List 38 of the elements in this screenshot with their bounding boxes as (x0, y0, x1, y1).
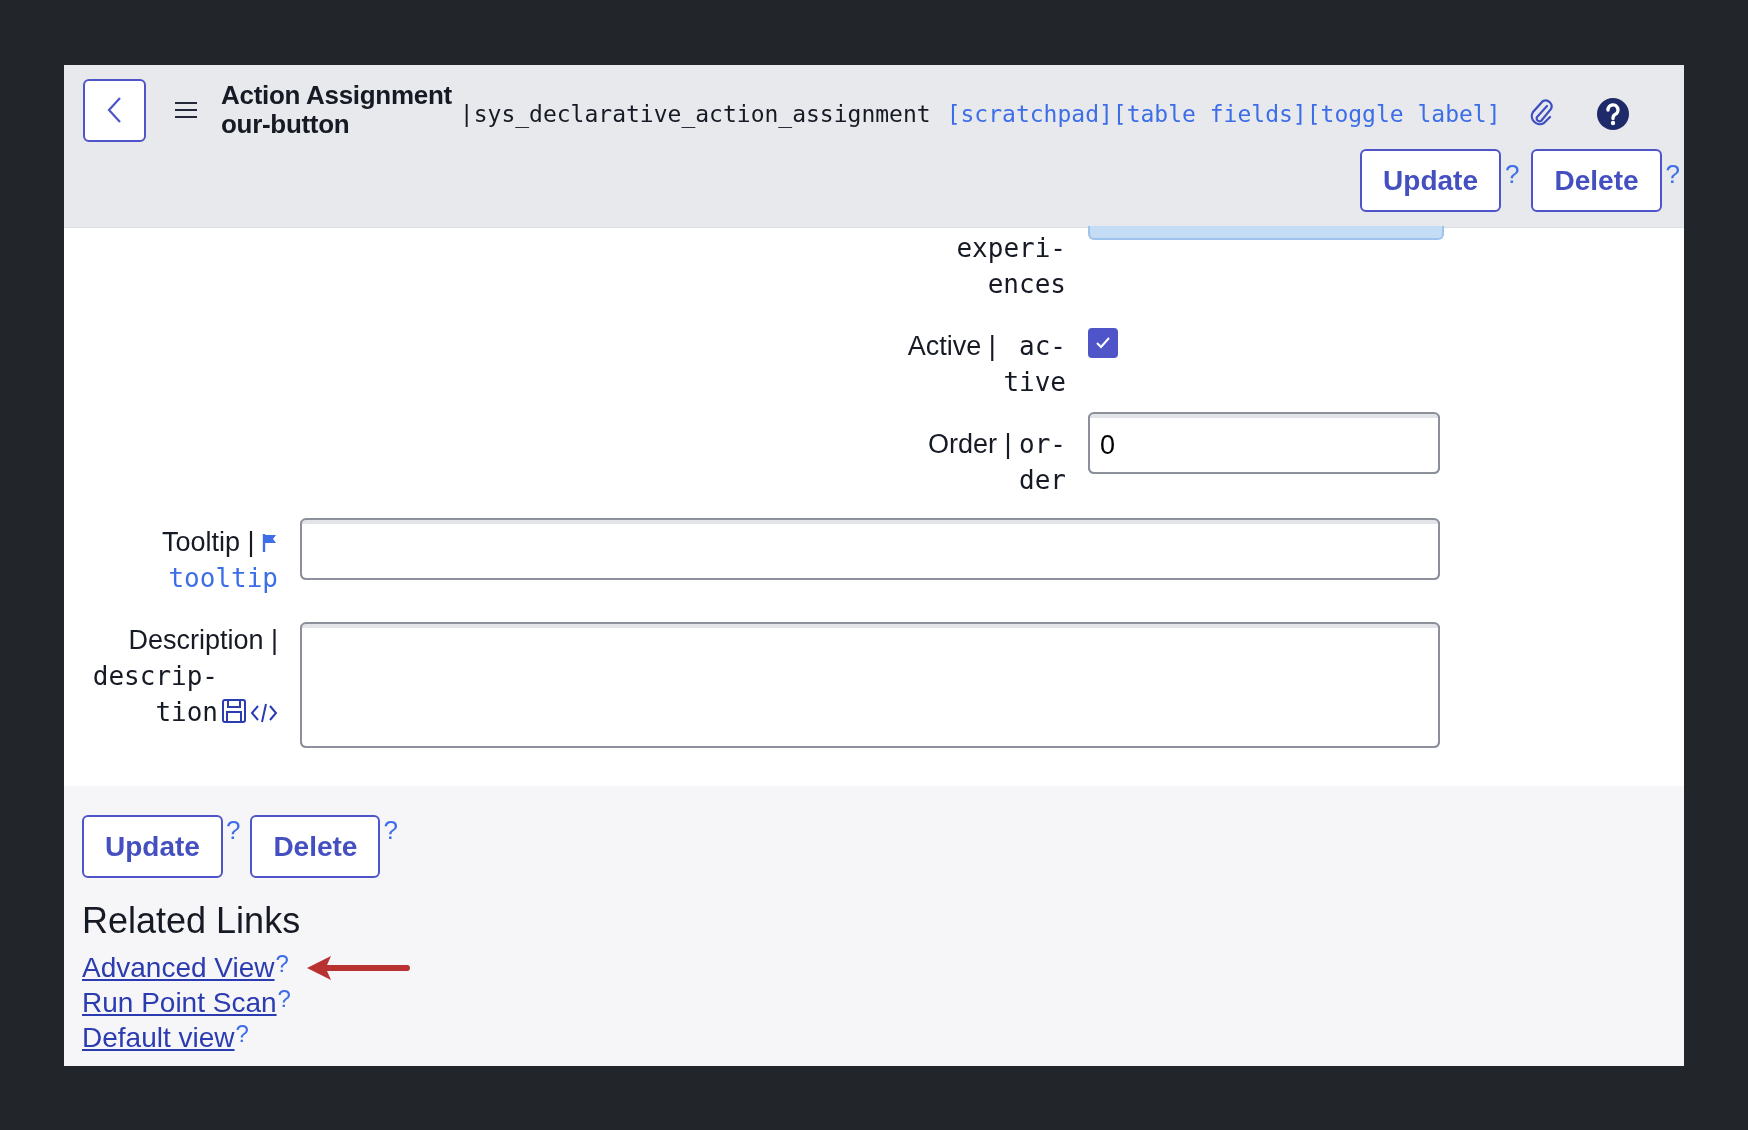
save-icon[interactable] (221, 698, 247, 724)
help-link[interactable]: ? (383, 815, 398, 846)
input-field[interactable]: 0 (1088, 412, 1440, 474)
code-icon[interactable] (250, 702, 278, 724)
help-link[interactable]: ? (277, 984, 291, 1013)
form-button[interactable]: Update (1360, 149, 1501, 212)
field-name: experi- ences (956, 232, 1066, 301)
form-button[interactable]: Delete (1531, 149, 1662, 212)
header-link[interactable]: [toggle label] (1306, 101, 1501, 127)
help-link[interactable]: ? (1505, 159, 1520, 190)
field-name: ac- tive (1003, 330, 1066, 399)
field-label: Order | (928, 429, 1012, 459)
field-label: Description | (128, 625, 278, 655)
back-button[interactable] (83, 78, 146, 142)
table-name: |sys_declarative_action_assignment (459, 101, 931, 127)
help-link[interactable]: ? (235, 1019, 249, 1048)
section-heading: Related Links (82, 900, 302, 942)
field-name: or- der (1019, 428, 1066, 497)
related-link[interactable]: Run Point Scan (82, 986, 277, 1019)
header-link[interactable]: [scratchpad] (946, 101, 1113, 127)
help-link[interactable]: ? (1665, 159, 1680, 190)
paperclip-icon[interactable] (1528, 98, 1555, 128)
help-link[interactable]: ? (225, 815, 241, 846)
field-name: descrip- tion (92, 660, 218, 729)
form-button[interactable]: Update (82, 815, 223, 878)
related-link[interactable]: Advanced View (82, 951, 275, 984)
help-link[interactable]: ? (275, 949, 289, 978)
related-link[interactable]: Default view (82, 1021, 235, 1054)
record-title: Action Assignment our-button (221, 81, 452, 139)
help-icon[interactable] (1596, 98, 1629, 130)
header-link[interactable]: [table fields] (1112, 101, 1307, 127)
checkbox[interactable] (1088, 328, 1118, 358)
field-label: Active | (907, 331, 996, 361)
field-label: Tooltip | (161, 527, 255, 557)
flag-icon[interactable] (262, 533, 278, 553)
form-button[interactable]: Delete (250, 815, 381, 878)
menu-icon[interactable] (175, 102, 197, 118)
field-name: tooltip (168, 562, 278, 595)
